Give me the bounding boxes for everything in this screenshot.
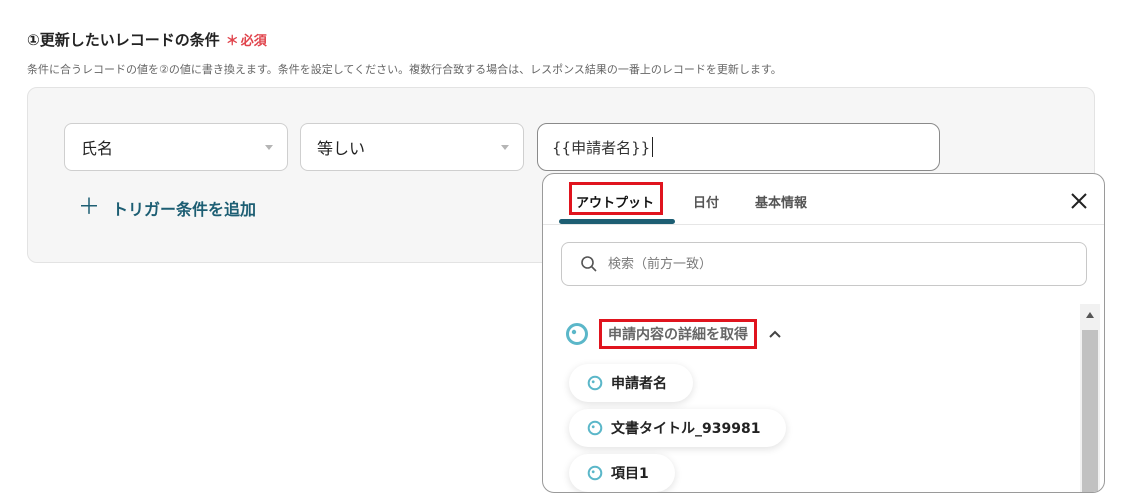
field-select[interactable]: 氏名: [64, 123, 288, 171]
value-input[interactable]: {{申請者名}}: [537, 123, 940, 171]
add-trigger-condition-button[interactable]: ＋ トリガー条件を追加: [78, 196, 256, 220]
output-item-applicant-name[interactable]: 申請者名: [569, 364, 693, 402]
output-picker-dropdown: アウトプット 日付 基本情報 申請内容の詳細を取得 申請者名: [542, 173, 1105, 493]
scrollbar-thumb[interactable]: [1082, 330, 1098, 492]
chevron-up-icon[interactable]: [769, 329, 781, 339]
operator-select-value: 等しい: [317, 139, 366, 158]
search-icon: [581, 256, 597, 272]
group-label: 申請内容の詳細を取得: [599, 319, 757, 349]
section-title: ①更新したいレコードの条件 ＊ 必須: [27, 29, 267, 50]
output-item-item1[interactable]: 項目1: [569, 454, 675, 492]
item-icon: [587, 375, 603, 391]
operator-select[interactable]: 等しい: [300, 123, 524, 171]
section-title-text: ①更新したいレコードの条件: [27, 31, 220, 49]
field-select-caret-icon: [265, 145, 273, 150]
operator-select-caret-icon: [501, 145, 509, 150]
field-select-value: 氏名: [81, 139, 114, 158]
active-tab-indicator: [559, 219, 675, 224]
item-icon: [587, 420, 603, 436]
output-item-label: 文書タイトル_939981: [611, 421, 761, 437]
picker-tabs: アウトプット 日付 基本情報: [543, 174, 1104, 225]
tab-basic-info[interactable]: 基本情報: [755, 192, 807, 211]
required-mark: ＊: [225, 34, 239, 49]
tab-output[interactable]: アウトプット: [576, 192, 654, 211]
output-item-label: 項目1: [611, 466, 649, 482]
text-cursor: [652, 137, 654, 157]
item-icon: [587, 465, 603, 481]
group-header[interactable]: 申請内容の詳細を取得: [565, 319, 781, 349]
section-description: 条件に合うレコードの値を②の値に書き換えます。条件を設定してください。複数行合致…: [27, 63, 782, 76]
value-input-text: {{申請者名}}: [552, 138, 651, 157]
search-box[interactable]: [561, 242, 1087, 286]
tab-date[interactable]: 日付: [693, 192, 719, 211]
add-trigger-label: トリガー条件を追加: [112, 200, 257, 219]
scroll-up-arrow-icon[interactable]: [1086, 312, 1094, 318]
plus-icon: ＋: [78, 195, 101, 220]
close-icon[interactable]: [1070, 192, 1088, 210]
scrollbar[interactable]: [1080, 304, 1100, 492]
output-item-label: 申請者名: [611, 376, 667, 392]
search-input[interactable]: [606, 255, 1030, 273]
output-item-document-title[interactable]: 文書タイトル_939981: [569, 409, 787, 447]
required-label: 必須: [240, 34, 267, 49]
group-icon: [566, 323, 588, 345]
